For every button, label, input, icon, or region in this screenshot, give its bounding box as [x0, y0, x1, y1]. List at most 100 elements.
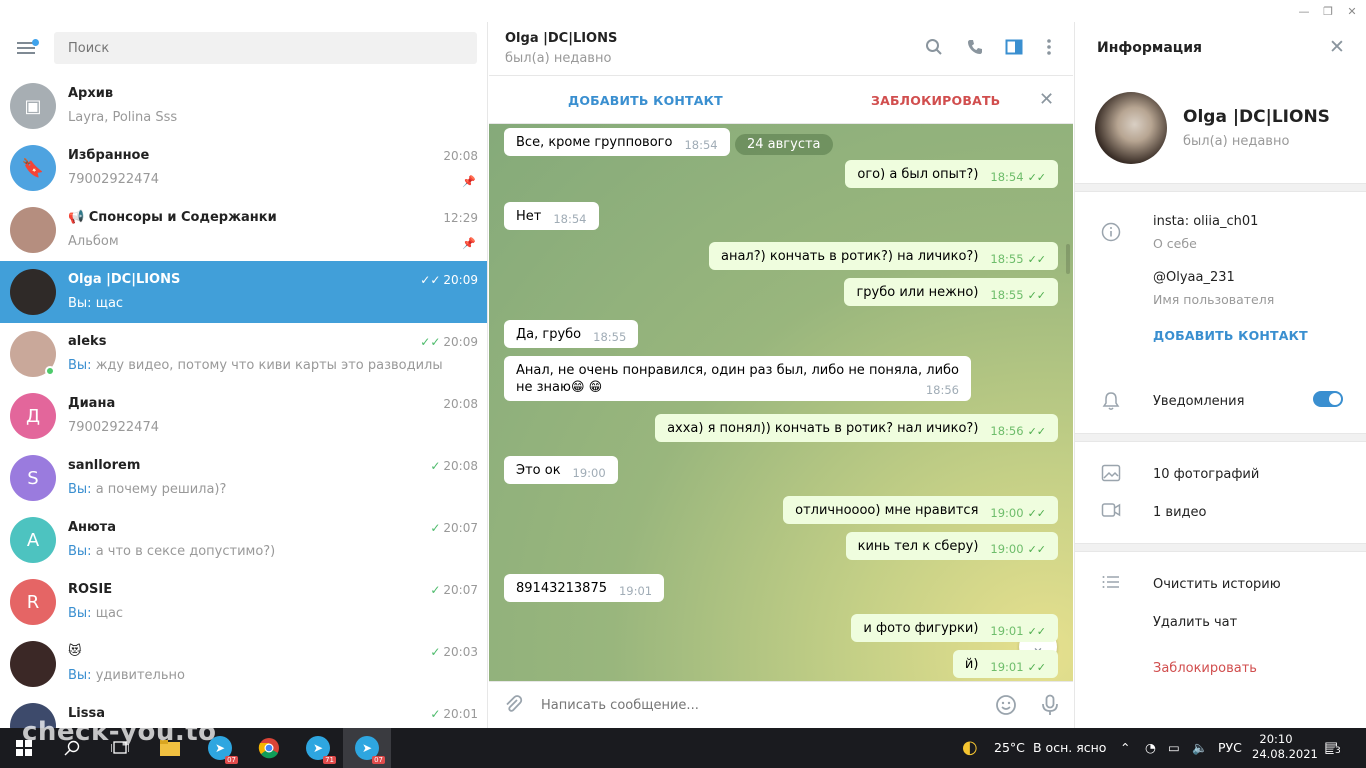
outgoing-message[interactable]: анал?) кончать в ротик?) на личико?) 18:5… — [709, 242, 1058, 270]
read-check-icon: ✓ — [430, 459, 441, 473]
message-input[interactable] — [541, 692, 971, 718]
chat-list-item[interactable]: 📢 Спонсоры и Содержанки 12:29 Альбом 📌 — [0, 199, 487, 261]
chat-list-item[interactable]: Д Диана 20:08 79002922474 — [0, 385, 487, 447]
incoming-message[interactable]: Нет 18:54 — [504, 202, 599, 230]
sidebar: ▣Архив Layra, Polina Sss🔖Избранное20:08 … — [0, 22, 488, 728]
maximize-button[interactable]: ❐ — [1316, 0, 1340, 22]
chat-time: ✓ 20:07 — [430, 521, 478, 535]
more-options-icon[interactable] — [1038, 38, 1060, 60]
attach-icon[interactable] — [501, 694, 525, 718]
chat-list-item[interactable]: 😻 ✓ 20:03 Вы: удивительно — [0, 633, 487, 695]
language-indicator[interactable]: РУС — [1218, 740, 1242, 755]
conversation-title[interactable]: Olga |DC|LIONS — [505, 31, 617, 46]
message-text: и фото фигурки) — [863, 621, 979, 636]
microphone-icon[interactable] — [1038, 694, 1062, 718]
telegram-taskbar-icon-active[interactable]: ➤ 07 — [343, 728, 391, 768]
videos-link[interactable]: 1 видео — [1153, 505, 1206, 520]
delete-chat-button[interactable]: Удалить чат — [1153, 615, 1237, 630]
incoming-message[interactable]: Да, грубо 18:55 — [504, 320, 639, 348]
conversation-panel: Olga |DC|LIONS был(а) недавно ДОБАВИТЬ К… — [489, 22, 1073, 728]
contact-action-bar: ДОБАВИТЬ КОНТАКТ ЗАБЛОКИРОВАТЬ ✕ — [489, 77, 1073, 124]
chrome-icon[interactable] — [245, 728, 293, 768]
watermark-text: check-you.to — [22, 717, 217, 747]
chat-list-item[interactable]: ▣ Архив Layra, Polina Sss — [0, 75, 487, 137]
message-time: 18:54 — [684, 138, 718, 152]
chat-name: Избранное — [68, 148, 150, 163]
menu-button[interactable] — [14, 36, 40, 60]
sidebar-toggle-icon[interactable] — [1003, 38, 1025, 60]
message-area: 24 августа ⌄ Все, кроме группового 18:54 о… — [489, 124, 1073, 681]
weather-temp[interactable]: 25°C — [994, 740, 1025, 755]
chat-time: ✓ 20:08 — [430, 459, 478, 473]
volume-icon[interactable]: 🔈 — [1192, 740, 1208, 756]
outgoing-message[interactable]: кинь тел к сберу) 19:00 ✓✓ — [845, 532, 1058, 560]
chat-avatar: А — [10, 517, 56, 563]
clock[interactable]: 20:10 24.08.2021 — [1252, 732, 1318, 762]
wifi-icon[interactable]: ◔ — [1145, 740, 1156, 755]
block-button[interactable]: ЗАБЛОКИРОВАТЬ — [871, 93, 1000, 108]
title-bar: — ❐ ✕ — [0, 0, 1366, 22]
notification-center-icon[interactable]: ▤ 3 — [1324, 738, 1343, 756]
chat-list-item[interactable]: Ssanllorem ✓ 20:08 Вы: а почему решила)? — [0, 447, 487, 509]
incoming-message[interactable]: Все, кроме группового 18:54 — [504, 128, 730, 156]
read-check-icon: ✓ — [430, 707, 441, 721]
search-input[interactable] — [54, 32, 477, 64]
pin-icon: 📌 — [462, 237, 476, 250]
search-icon[interactable] — [923, 38, 945, 60]
chevron-up-icon[interactable]: ⌃ — [1120, 740, 1130, 755]
double-check-icon: ✓✓ — [1027, 425, 1046, 438]
close-icon[interactable]: ✕ — [1329, 36, 1345, 58]
chat-avatar — [10, 641, 56, 687]
photos-link[interactable]: 10 фотографий — [1153, 467, 1259, 482]
phone-icon[interactable] — [964, 38, 986, 60]
pin-icon: 📌 — [462, 175, 476, 188]
profile-avatar[interactable] — [1095, 92, 1167, 164]
incoming-message[interactable]: 89143213875 19:01 — [504, 574, 665, 602]
outgoing-message[interactable]: грубо или нежно) 18:55 ✓✓ — [844, 278, 1058, 306]
scrollbar[interactable] — [1066, 244, 1070, 274]
chat-time — [475, 87, 478, 101]
block-user-button[interactable]: Заблокировать — [1153, 661, 1257, 676]
weather-icon[interactable]: ◐ — [962, 737, 978, 758]
notifications-toggle[interactable] — [1313, 391, 1343, 407]
chat-list-item[interactable]: aleks ✓✓ 20:09 Вы: жду видео, потому что ки… — [0, 323, 487, 385]
message-text: грубо или нежно) — [856, 285, 979, 300]
incoming-message[interactable]: Это ок 19:00 — [504, 456, 618, 484]
conversation-status: был(а) недавно — [505, 51, 612, 66]
chat-list-item[interactable]: R ROSIE ✓ 20:07 Вы: щас — [0, 571, 487, 633]
date-badge: 24 августа — [735, 134, 833, 155]
outgoing-message[interactable]: ахха) я понял)) кончать в ротик? нал ичи… — [655, 414, 1058, 442]
read-check-icon: ✓ — [430, 521, 441, 535]
incoming-message[interactable]: Анал, не очень понравился, один раз был,… — [504, 356, 971, 401]
clock-date: 24.08.2021 — [1252, 747, 1318, 761]
outgoing-message[interactable]: й) 19:01 ✓✓ — [952, 650, 1058, 678]
battery-icon[interactable]: ▭ — [1168, 740, 1180, 755]
outgoing-message[interactable]: и фото фигурки) 19:01 ✓✓ — [851, 614, 1058, 642]
outgoing-message[interactable]: ого) а был опыт?) 18:54 ✓✓ — [845, 160, 1058, 188]
close-window-button[interactable]: ✕ — [1340, 0, 1364, 22]
message-text: ого) а был опыт?) — [857, 167, 979, 182]
message-time: 19:01 — [990, 660, 1024, 674]
telegram-taskbar-icon[interactable]: ➤ 71 — [294, 728, 342, 768]
chat-list-item[interactable]: Olga |DC|LIONS ✓✓ 20:09 Вы: щас — [0, 261, 487, 323]
chat-list-item[interactable]: А Анюта ✓ 20:07 Вы: а что в сексе допустимо?… — [0, 509, 487, 571]
chat-list-item[interactable]: 🔖 Избранное 20:08 79002922474 📌 — [0, 137, 487, 199]
notification-count: 3 — [1333, 746, 1343, 756]
clear-history-button[interactable]: Очистить историю — [1153, 577, 1281, 592]
chat-avatar: 🔖 — [10, 145, 56, 191]
chat-list: ▣ Архив Layra, Polina Sss 🔖 Избранное 20:08 … — [0, 75, 487, 728]
message-text: ахха) я понял)) кончать в ротик? нал ичи… — [667, 421, 979, 436]
minimize-button[interactable]: — — [1292, 0, 1316, 22]
outgoing-message[interactable]: отличноооо) мне нравится 19:00 ✓✓ — [783, 496, 1058, 524]
weather-text[interactable]: В осн. ясно — [1033, 740, 1106, 755]
chat-name: 📢 Спонсоры и Содержанки — [68, 210, 277, 225]
add-contact-link[interactable]: ДОБАВИТЬ КОНТАКТ — [1153, 328, 1308, 343]
chat-name: Диана — [68, 396, 116, 411]
photo-icon — [1101, 464, 1121, 484]
close-icon[interactable]: ✕ — [1039, 89, 1054, 110]
clock-time: 20:10 — [1259, 732, 1293, 746]
emoji-icon[interactable] — [994, 694, 1018, 718]
message-time: 18:55 — [593, 330, 627, 344]
add-contact-button[interactable]: ДОБАВИТЬ КОНТАКТ — [568, 93, 723, 108]
telegram-window: — ❐ ✕ ▣ Архив Layra, Polina Sss 🔖 Избранное… — [0, 0, 1366, 728]
